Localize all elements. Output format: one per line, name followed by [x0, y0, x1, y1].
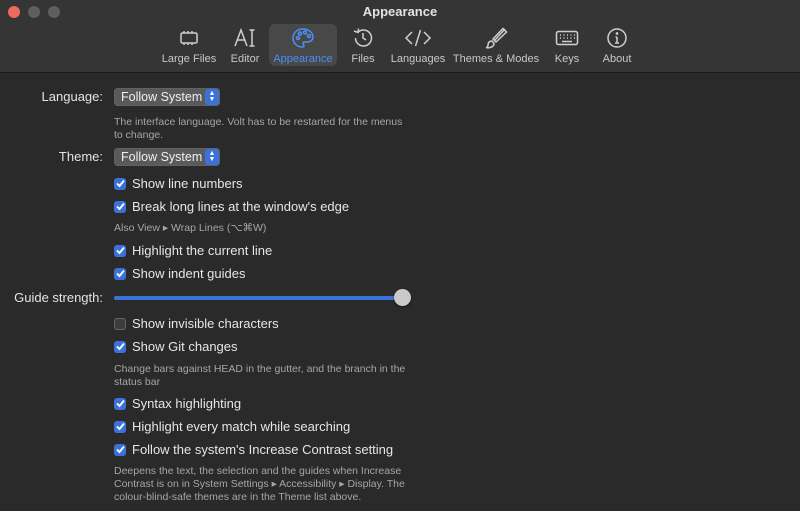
theme-popup[interactable]: Follow System ▲ ▼ [114, 148, 220, 166]
theme-value: Follow System [121, 150, 203, 164]
show-indent-guides-checkbox[interactable]: Show indent guides [114, 266, 245, 281]
break-long-lines-checkbox[interactable]: Break long lines at the window's edge [114, 199, 349, 214]
tab-label: Editor [230, 53, 260, 65]
tab-appearance[interactable]: Appearance [269, 24, 337, 66]
tab-files[interactable]: Files [344, 24, 382, 66]
brush-icon [484, 26, 508, 50]
checkbox-label: Show invisible characters [132, 316, 279, 331]
checkbox-label: Syntax highlighting [132, 396, 242, 411]
guide-strength-label: Guide strength: [14, 290, 103, 305]
tab-label: Files [351, 53, 375, 65]
checkmark-icon [114, 200, 126, 213]
checkbox-label: Show Git changes [132, 339, 238, 354]
highlight-every-match-checkbox[interactable]: Highlight every match while searching [114, 419, 350, 434]
tab-keys[interactable]: Keys [548, 24, 586, 66]
checkbox-label: Follow the system's Increase Contrast se… [132, 442, 394, 457]
contrast-note-line: Deepens the text, the selection and the … [114, 465, 402, 477]
chip-icon [178, 26, 200, 50]
checkmark-icon [114, 340, 126, 353]
language-note: The interface language. Volt has to be r… [114, 116, 402, 142]
tab-label: Large Files [161, 53, 217, 65]
guide-strength-slider[interactable] [114, 289, 411, 306]
checkmark-icon [114, 397, 126, 410]
preferences-window: Appearance Large Files Editor Appearance [0, 0, 800, 511]
tab-label: Languages [390, 53, 446, 65]
git-note-line: status bar [114, 376, 161, 388]
git-note-line: Change bars against HEAD in the gutter, … [114, 363, 406, 375]
keyboard-icon [555, 26, 579, 50]
window-title: Appearance [362, 4, 438, 19]
chevron-updown-icon: ▲ ▼ [205, 149, 219, 165]
tab-label: About [602, 53, 632, 65]
git-changes-note: Change bars against HEAD in the gutter, … [114, 363, 405, 389]
increase-contrast-checkbox[interactable]: Follow the system's Increase Contrast se… [114, 442, 393, 457]
tab-label: Keys [554, 53, 580, 65]
syntax-highlighting-checkbox[interactable]: Syntax highlighting [114, 396, 241, 411]
chevron-updown-icon: ▲ ▼ [205, 89, 219, 105]
slider-fill [114, 296, 402, 300]
contrast-note-line: Contrast is on in System Settings ▸ Acce… [114, 478, 405, 490]
show-invisible-characters-checkbox[interactable]: Show invisible characters [114, 316, 279, 331]
tab-about[interactable]: About [598, 24, 636, 66]
slider-knob[interactable] [394, 289, 411, 306]
increase-contrast-note: Deepens the text, the selection and the … [114, 465, 405, 504]
tab-languages[interactable]: Languages [388, 24, 448, 66]
checkbox-label: Highlight every match while searching [132, 419, 351, 434]
contrast-note-line: colour-blind-safe themes are in the Them… [114, 491, 362, 503]
checkmark-icon [114, 443, 126, 456]
theme-label: Theme: [58, 149, 103, 164]
preferences-toolbar: Large Files Editor Appearance Files Lang… [0, 24, 800, 68]
checkbox-empty-icon [114, 317, 126, 330]
checkbox-label: Break long lines at the window's edge [132, 199, 350, 214]
text-cursor-icon [233, 26, 257, 50]
history-icon [352, 26, 374, 50]
tab-label: Themes & Modes [452, 53, 540, 65]
language-note-line: to change. [114, 129, 164, 141]
language-note-line: The interface language. Volt has to be r… [114, 116, 403, 128]
checkmark-icon [114, 244, 126, 257]
tab-themes-modes[interactable]: Themes & Modes [452, 24, 540, 66]
checkmark-icon [114, 267, 126, 280]
wrap-lines-note: Also View ▸ Wrap Lines (⌥⌘W) [114, 222, 267, 234]
checkbox-label: Highlight the current line [132, 243, 273, 258]
appearance-settings: Language: Follow System ▲ ▼ The interface… [0, 73, 800, 511]
checkbox-label: Show indent guides [132, 266, 246, 281]
tab-editor[interactable]: Editor [226, 24, 264, 66]
show-git-changes-checkbox[interactable]: Show Git changes [114, 339, 238, 354]
palette-icon [291, 26, 315, 50]
titlebar: Appearance Large Files Editor Appearance [0, 0, 800, 73]
tab-label: Appearance [273, 53, 333, 65]
language-value: Follow System [121, 90, 203, 104]
language-label: Language: [41, 89, 103, 104]
checkbox-label: Show line numbers [132, 176, 243, 191]
tab-large-files[interactable]: Large Files [158, 24, 220, 66]
language-popup[interactable]: Follow System ▲ ▼ [114, 88, 220, 106]
code-brackets-icon [404, 26, 432, 50]
checkmark-icon [114, 177, 126, 190]
highlight-current-line-checkbox[interactable]: Highlight the current line [114, 243, 272, 258]
show-line-numbers-checkbox[interactable]: Show line numbers [114, 176, 243, 191]
checkmark-icon [114, 420, 126, 433]
info-icon [606, 26, 628, 50]
